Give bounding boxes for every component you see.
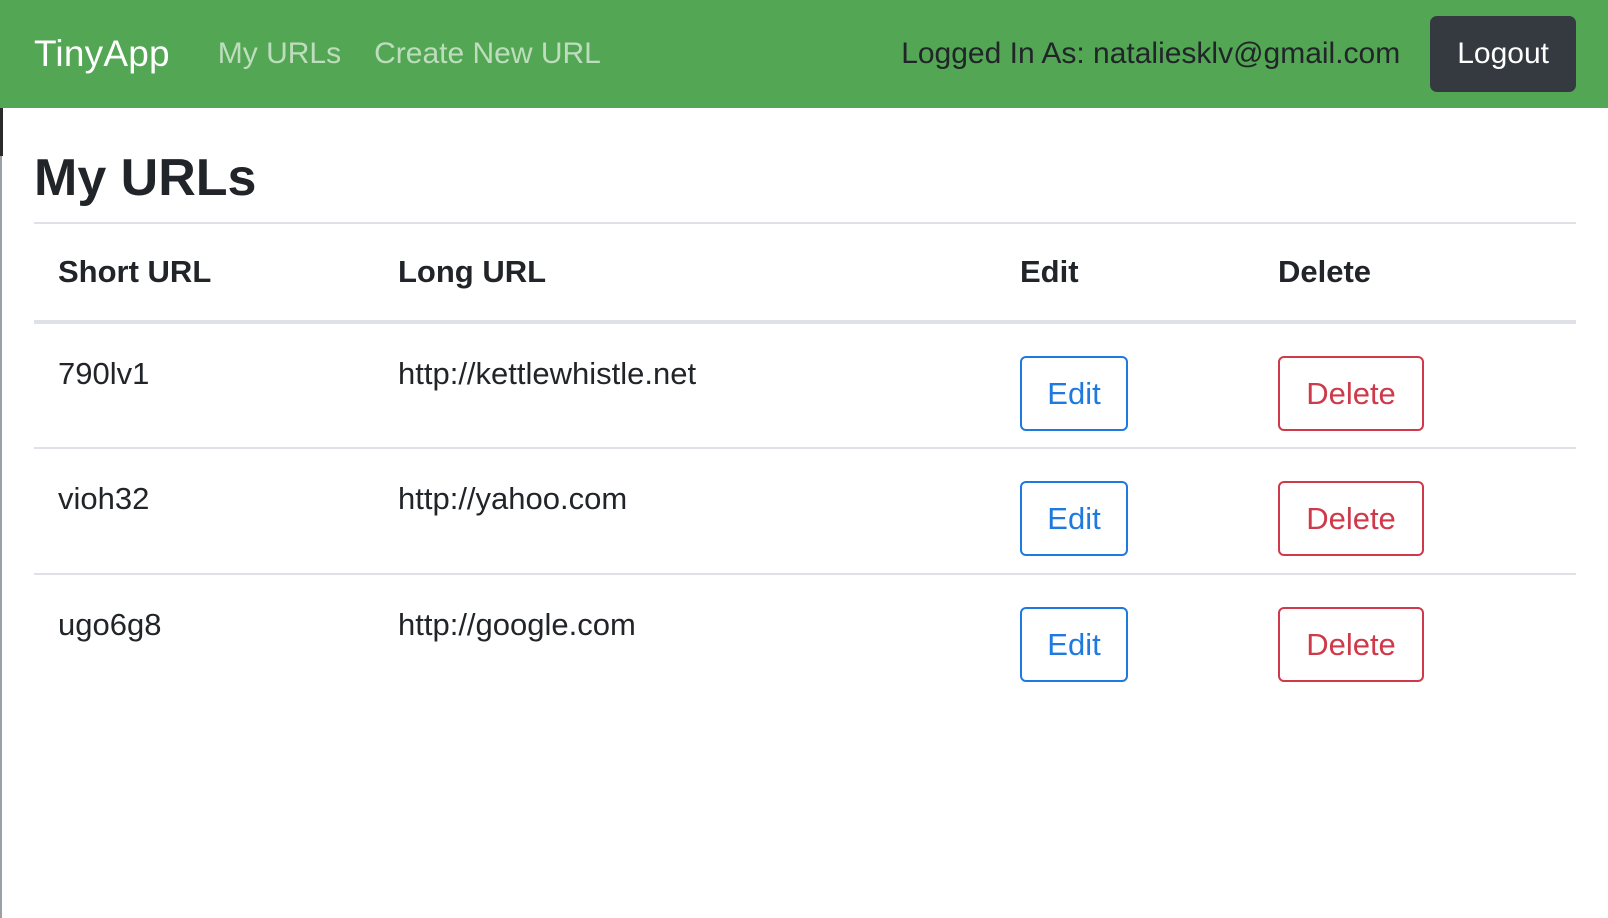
urls-table: Short URL Long URL Edit Delete 790lv1 ht…: [34, 222, 1576, 700]
long-url-cell: http://kettlewhistle.net: [374, 322, 996, 449]
table-row: vioh32 http://yahoo.com Edit Delete: [34, 448, 1576, 575]
delete-button[interactable]: Delete: [1278, 607, 1424, 682]
short-url-cell: ugo6g8: [58, 607, 162, 642]
nav-link-my-urls[interactable]: My URLs: [218, 37, 341, 71]
column-header-edit: Edit: [996, 222, 1254, 324]
page-title: My URLs: [34, 149, 257, 207]
long-url-cell: http://google.com: [398, 607, 636, 642]
edit-button[interactable]: Edit: [1020, 481, 1128, 556]
short-url-cell: 790lv1: [34, 322, 374, 449]
column-header-delete: Delete: [1254, 222, 1576, 324]
edit-cell: Edit: [996, 574, 1254, 700]
brand-link[interactable]: TinyApp: [34, 33, 170, 75]
delete-cell: Delete: [1254, 322, 1576, 449]
delete-cell: Delete: [1254, 574, 1576, 700]
edit-cell: Edit: [996, 448, 1254, 575]
edit-button[interactable]: Edit: [1020, 356, 1128, 431]
logout-button[interactable]: Logout: [1430, 16, 1576, 92]
long-url-cell: http://yahoo.com: [374, 448, 996, 575]
table-row: ugo6g8 http://google.com Edit Delete: [34, 574, 1576, 700]
short-url-cell: vioh32: [34, 448, 374, 575]
table-row: 790lv1 http://kettlewhistle.net Edit Del…: [34, 322, 1576, 449]
navbar: TinyApp My URLs Create New URL Logged In…: [0, 0, 1608, 108]
edit-cell: Edit: [996, 322, 1254, 449]
column-header-long-url: Long URL: [374, 222, 996, 324]
delete-button[interactable]: Delete: [1278, 356, 1424, 431]
logged-in-status: Logged In As: nataliesklv@gmail.com: [901, 37, 1401, 70]
urls-table-head: Short URL Long URL Edit Delete: [34, 222, 1576, 324]
delete-button[interactable]: Delete: [1278, 481, 1424, 556]
nav-link-create-new-url[interactable]: Create New URL: [374, 37, 601, 71]
column-header-short-url: Short URL: [34, 222, 374, 324]
delete-cell: Delete: [1254, 448, 1576, 575]
edit-button[interactable]: Edit: [1020, 607, 1128, 682]
main-content: My URLs Short URL Long URL Edit Delete 7…: [34, 108, 1576, 700]
table-header-row: Short URL Long URL Edit Delete: [34, 222, 1576, 324]
urls-table-body: 790lv1 http://kettlewhistle.net Edit Del…: [34, 322, 1576, 700]
